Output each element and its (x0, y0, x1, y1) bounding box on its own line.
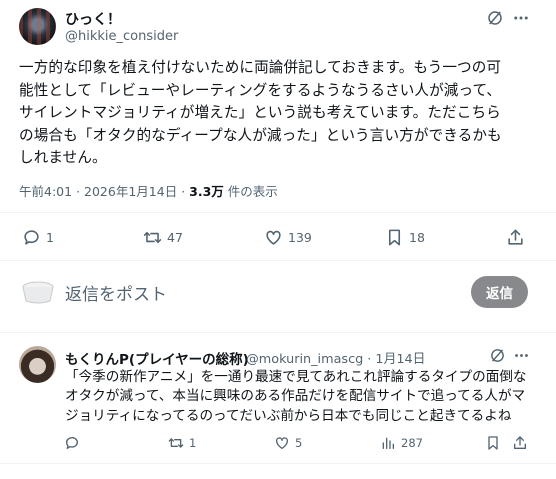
reply-repost-count: 1 (189, 436, 197, 450)
reply-text-line: オタクが減って、本当に興味のある作品だけを配信サイトで追ってる人がマ (65, 388, 526, 405)
reply-input[interactable]: 返信をポスト (65, 280, 167, 305)
post-meta: 午前4:01 · 2026年1月14日 · 3.3万 件の表示 (19, 181, 278, 200)
reply-text-line: ジョリティになってるのってだいぶ前から日本でも同じこと起きてるよね (65, 407, 512, 424)
reply-like-button[interactable]: 5 (274, 434, 302, 452)
views-icon (382, 437, 394, 449)
post-time[interactable]: 午前4:01 (19, 184, 72, 199)
avatar (22, 281, 54, 304)
repost-icon (143, 231, 162, 243)
meta-separator: · (181, 184, 186, 199)
more-icon[interactable] (513, 347, 530, 364)
reply-text-line: 「今季の新作アニメ」を一通り最速で見てあれこれ評論するタイプの面倒な (65, 369, 527, 385)
author-display-name[interactable]: ひっく！ (65, 9, 121, 29)
reply-bookmark-button[interactable] (485, 434, 506, 452)
reply-share-button[interactable] (512, 434, 533, 452)
share-icon (514, 436, 526, 449)
divider (0, 463, 556, 464)
bookmark-button[interactable]: 18 (385, 227, 425, 247)
grok-icon[interactable] (489, 347, 506, 364)
avatar[interactable] (19, 346, 56, 383)
bookmark-icon (488, 436, 498, 450)
meta-separator: · (76, 184, 81, 199)
divider (0, 260, 556, 261)
post-text: 一方的な印象を植え付けないために両論併記しておきます。もう一つの可 能性として「… (19, 57, 539, 170)
share-button[interactable] (506, 227, 530, 247)
post-text-line: の場合も「オタク的なディープな人が減った」という言い方ができるかも (19, 126, 502, 144)
share-icon (508, 229, 523, 245)
repost-icon (168, 438, 184, 448)
bookmark-icon (388, 229, 401, 245)
reply-repost-button[interactable]: 1 (168, 434, 196, 452)
reply-submit-button[interactable]: 返信 (471, 276, 528, 308)
views-count: 3.3万 (189, 184, 224, 199)
reply-count: 1 (46, 229, 54, 245)
reply-button[interactable]: 1 (22, 227, 54, 247)
reply-like-count: 5 (295, 436, 303, 450)
post-text-line: サイレントマジョリティが増えた」という説も考えています。ただこちら (19, 104, 501, 122)
more-icon[interactable] (512, 9, 530, 27)
repost-button[interactable]: 47 (143, 227, 183, 247)
reply-reply-button[interactable] (64, 434, 85, 452)
reply-icon (66, 437, 78, 449)
like-count: 139 (288, 229, 312, 245)
reply-author-handle[interactable]: @mokurin_imascg · 1月14日 (246, 348, 425, 367)
post-text-line: 能性として「レビューやレーティングをするようなうるさい人が減って、 (19, 81, 502, 99)
post-text-line: 一方的な印象を植え付けないために両論併記しておきます。もう一つの可 (19, 59, 502, 76)
like-icon (266, 230, 281, 245)
like-icon (276, 437, 288, 449)
divider (0, 212, 556, 213)
post-text-line: しれません。 (19, 149, 107, 167)
grok-icon[interactable] (486, 9, 504, 27)
like-button[interactable]: 139 (264, 227, 312, 247)
divider (0, 332, 556, 333)
bookmark-count: 18 (409, 229, 425, 245)
reply-views-count: 287 (401, 436, 423, 450)
author-handle[interactable]: @hikkie_consider (65, 29, 178, 44)
repost-count: 47 (167, 229, 183, 245)
views-label: 件の表示 (227, 184, 278, 199)
reply-text: 「今季の新作アニメ」を一通り最速で見てあれこれ評論するタイプの面倒な オタクが減… (65, 368, 545, 426)
reply-author-display-name[interactable]: もくりんP(プレイヤーの総称) (65, 348, 249, 368)
post-date[interactable]: 2026年1月14日 (84, 184, 177, 199)
reply-icon (24, 229, 39, 245)
reply-views-button[interactable]: 287 (380, 434, 423, 452)
avatar[interactable] (19, 8, 56, 45)
